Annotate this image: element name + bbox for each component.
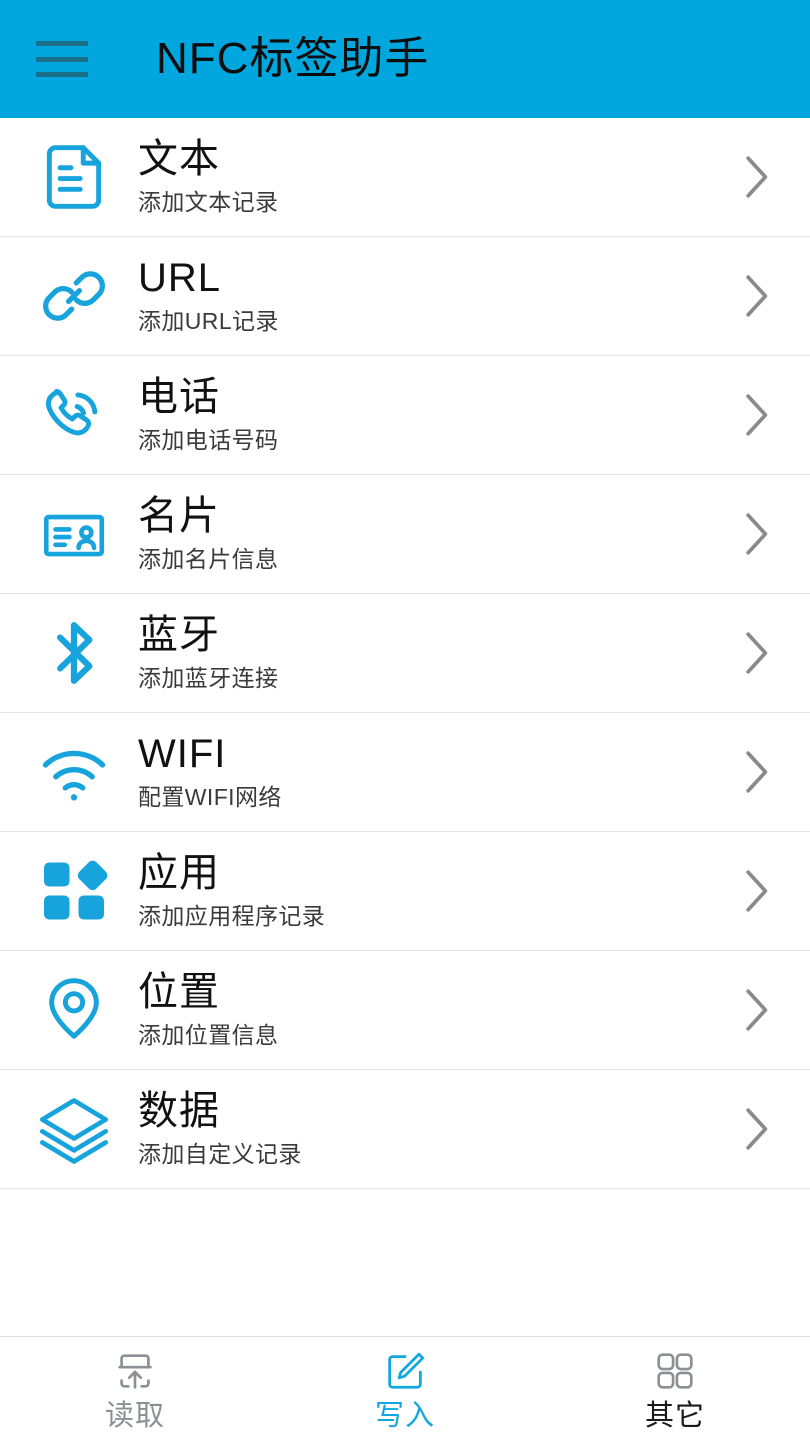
chevron-right-icon — [726, 271, 786, 321]
list-item-text-labels: 文本 添加文本记录 — [122, 137, 726, 216]
record-type-list: 文本 添加文本记录 URL 添加URL记录 电话 添加电话号码 名片 添加名片信… — [0, 118, 810, 1336]
list-item-wifi-labels: WIFI 配置WIFI网络 — [122, 732, 726, 811]
list-item-subtitle: 添加蓝牙连接 — [138, 665, 279, 692]
chevron-right-icon — [726, 985, 786, 1035]
tag-read-arrow-up-icon — [112, 1346, 158, 1396]
list-item-contact-card[interactable]: 名片 添加名片信息 — [0, 475, 810, 594]
app-header: NFC标签助手 — [0, 0, 810, 118]
list-item-subtitle: 添加URL记录 — [138, 308, 279, 335]
grid-four-squares-icon — [652, 1346, 698, 1396]
contact-card-icon — [26, 497, 122, 571]
list-item-location[interactable]: 位置 添加位置信息 — [0, 951, 810, 1070]
list-item-bluetooth[interactable]: 蓝牙 添加蓝牙连接 — [0, 594, 810, 713]
link-chain-icon — [26, 259, 122, 333]
tab-write-label: 写入 — [374, 1400, 435, 1432]
hamburger-bar — [36, 72, 88, 77]
chevron-right-icon — [726, 509, 786, 559]
list-item-subtitle: 添加应用程序记录 — [138, 903, 326, 930]
apps-grid-icon — [26, 855, 122, 927]
list-item-phone-labels: 电话 添加电话号码 — [122, 375, 726, 454]
list-item-subtitle: 添加自定义记录 — [138, 1141, 302, 1168]
list-item-bluetooth-labels: 蓝牙 添加蓝牙连接 — [122, 613, 726, 692]
tab-read-label: 读取 — [104, 1400, 165, 1432]
location-pin-icon — [26, 973, 122, 1047]
list-item-title: WIFI — [138, 732, 227, 777]
list-item-title: 数据 — [138, 1089, 220, 1134]
list-item-app[interactable]: 应用 添加应用程序记录 — [0, 832, 810, 951]
list-item-url[interactable]: URL 添加URL记录 — [0, 237, 810, 356]
list-item-location-labels: 位置 添加位置信息 — [122, 970, 726, 1049]
chevron-right-icon — [726, 390, 786, 440]
list-item-subtitle: 配置WIFI网络 — [138, 784, 282, 811]
chevron-right-icon — [726, 152, 786, 202]
list-item-title: URL — [138, 256, 222, 301]
page-title: NFC标签助手 — [156, 34, 430, 83]
list-item-wifi[interactable]: WIFI 配置WIFI网络 — [0, 713, 810, 832]
chevron-right-icon — [726, 866, 786, 916]
list-item-text[interactable]: 文本 添加文本记录 — [0, 118, 810, 237]
list-item-subtitle: 添加位置信息 — [138, 1022, 279, 1049]
list-item-subtitle: 添加名片信息 — [138, 546, 279, 573]
pencil-edit-square-icon — [382, 1346, 428, 1396]
hamburger-bar — [36, 56, 88, 62]
list-item-app-labels: 应用 添加应用程序记录 — [122, 851, 726, 930]
chevron-right-icon — [726, 1104, 786, 1154]
tab-other-label: 其它 — [644, 1400, 705, 1432]
list-item-subtitle: 添加文本记录 — [138, 189, 279, 216]
document-text-icon — [26, 140, 122, 214]
list-item-contact-card-labels: 名片 添加名片信息 — [122, 494, 726, 573]
list-item-title: 文本 — [138, 137, 220, 182]
chevron-right-icon — [726, 628, 786, 678]
phone-call-icon — [26, 378, 122, 452]
list-item-data-labels: 数据 添加自定义记录 — [122, 1089, 726, 1168]
list-item-title: 位置 — [138, 970, 220, 1015]
tab-read[interactable]: 读取 — [0, 1337, 270, 1440]
list-item-title: 电话 — [138, 375, 220, 420]
app-screen: NFC标签助手 文本 添加文本记录 URL 添加URL记录 电话 添加电话号码 … — [0, 0, 810, 1440]
list-item-title: 蓝牙 — [138, 613, 220, 658]
list-item-data[interactable]: 数据 添加自定义记录 — [0, 1070, 810, 1189]
layers-stack-icon — [26, 1091, 122, 1167]
list-item-url-labels: URL 添加URL记录 — [122, 256, 726, 335]
list-item-title: 应用 — [138, 851, 220, 896]
hamburger-bar — [36, 41, 88, 46]
list-item-subtitle: 添加电话号码 — [138, 427, 279, 454]
tab-write[interactable]: 写入 — [270, 1337, 540, 1440]
bluetooth-icon — [26, 616, 122, 690]
wifi-icon — [26, 734, 122, 810]
tab-other[interactable]: 其它 — [540, 1337, 810, 1440]
hamburger-menu-icon[interactable] — [34, 37, 90, 81]
bottom-navigation: 读取 写入 其它 — [0, 1336, 810, 1440]
list-item-title: 名片 — [138, 494, 220, 539]
chevron-right-icon — [726, 747, 786, 797]
list-item-phone[interactable]: 电话 添加电话号码 — [0, 356, 810, 475]
